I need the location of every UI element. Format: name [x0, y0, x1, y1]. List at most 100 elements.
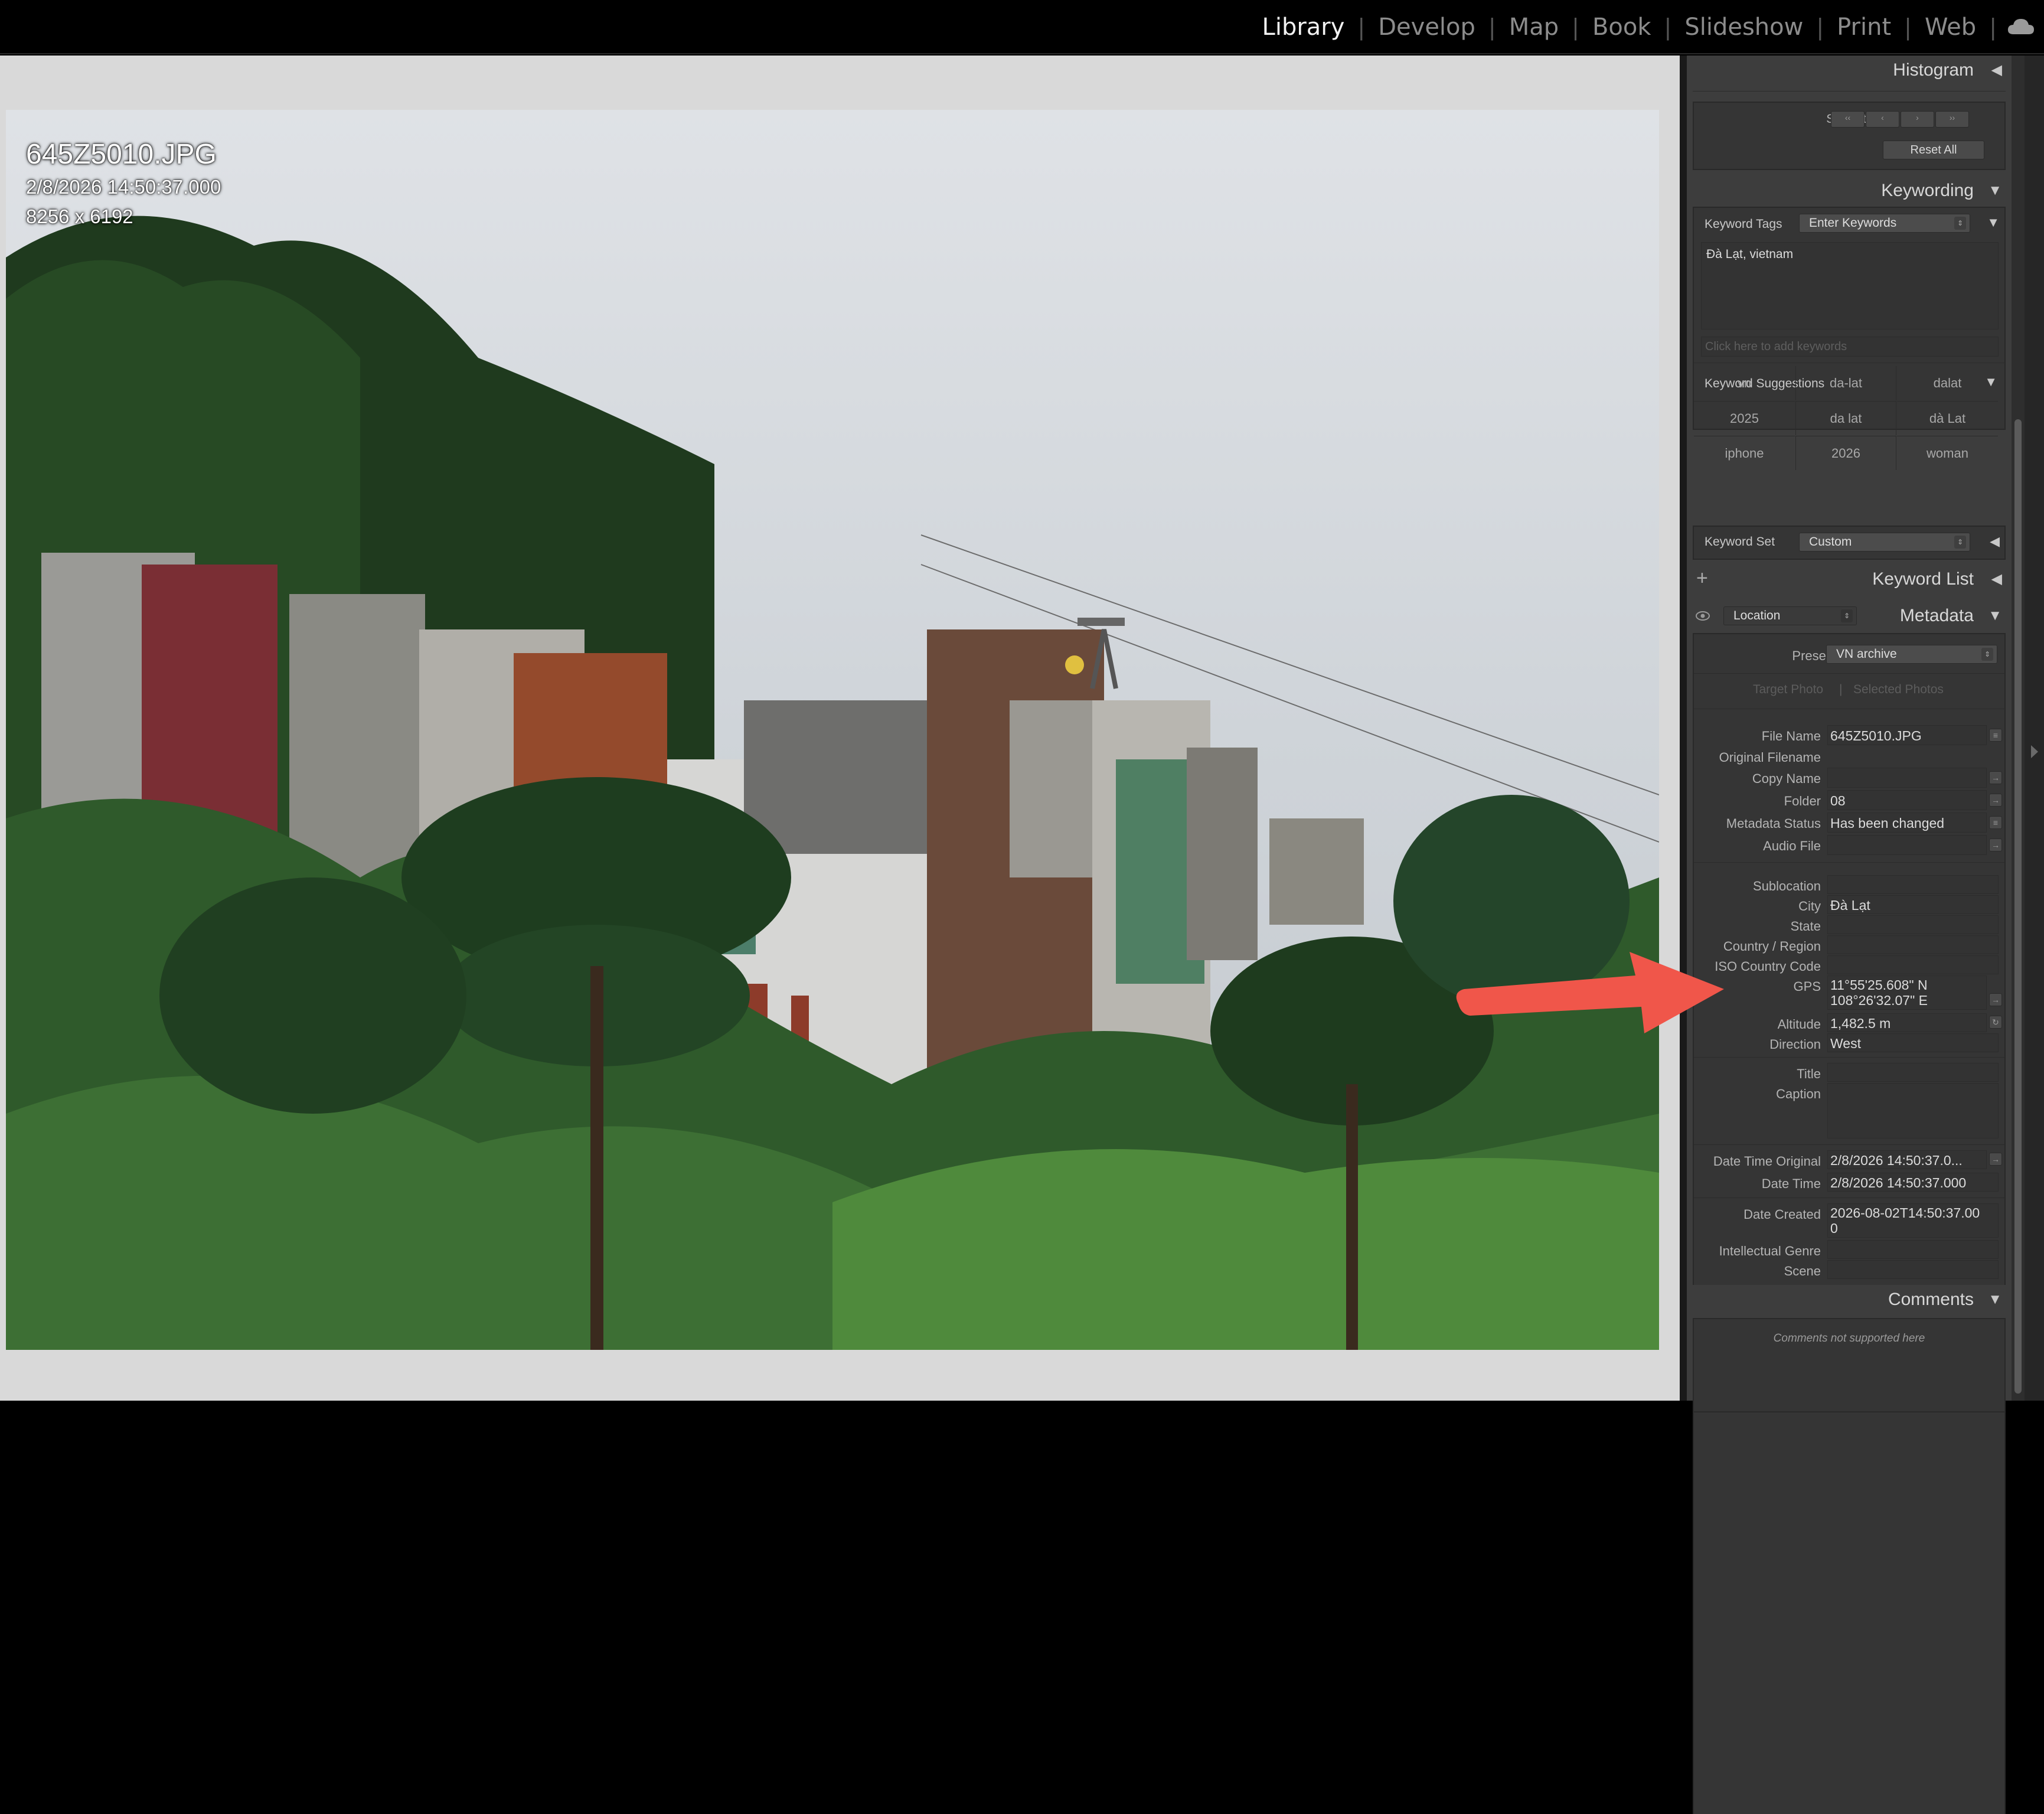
module-map[interactable]: Map	[1496, 14, 1572, 41]
suggestion-item[interactable]: 2025	[1694, 401, 1795, 435]
metadata-status-field[interactable]: Has been changed	[1827, 813, 1987, 833]
country-region-field[interactable]	[1827, 935, 1999, 954]
audio-file-action-icon[interactable]: →	[1989, 839, 2002, 851]
file-name-field[interactable]: 645Z5010.JPG	[1827, 725, 1987, 745]
cloud-icon[interactable]	[2006, 15, 2036, 39]
altitude-action-icon[interactable]: ↻	[1989, 1016, 2002, 1029]
collapse-down-icon: ▼	[1988, 608, 2002, 624]
collapse-down-icon: ▼	[1988, 182, 2002, 198]
keyword-set-box: Keyword Set Custom ⇕ ◀	[1693, 526, 2006, 560]
panel-scrollbar-thumb[interactable]	[2014, 419, 2022, 1394]
preset-dropdown[interactable]: VN archive ⇕	[1826, 645, 1997, 664]
saturation-increase-large[interactable]: ››	[1935, 111, 1969, 128]
date-time-field[interactable]: 2/8/2026 14:50:37.000	[1827, 1173, 1999, 1192]
updown-icon: ⇕	[1981, 648, 1993, 661]
module-library[interactable]: Library	[1249, 14, 1358, 41]
updown-icon: ⇕	[1954, 536, 1966, 549]
copy-name-action-icon[interactable]: →	[1989, 771, 2002, 784]
updown-icon: ⇕	[1841, 609, 1853, 622]
copy-name-field[interactable]	[1827, 768, 1987, 788]
city-field[interactable]: Đà Lạt	[1827, 895, 1999, 914]
comments-header[interactable]: Comments ▼	[1687, 1285, 2012, 1314]
folder-action-icon[interactable]: →	[1989, 794, 2002, 807]
loupe-viewer: 645Z5010.JPG 2/8/2026 14:50:37.000 8256 …	[0, 56, 1680, 1401]
saturation-decrease-large[interactable]: ‹‹	[1831, 111, 1865, 128]
comments-note: Comments not supported here	[1773, 1332, 1925, 1345]
preset-label: Preset	[1792, 648, 1830, 663]
sublocation-label: Sublocation	[1753, 879, 1821, 893]
updown-icon: ⇕	[1954, 217, 1966, 230]
quick-develop-box: Saturation ‹‹ ‹ › ›› Reset All	[1693, 102, 2006, 170]
folder-field[interactable]: 08	[1827, 790, 1987, 810]
eye-icon[interactable]	[1695, 611, 1710, 621]
scene-field[interactable]	[1827, 1260, 1999, 1279]
panel-divider[interactable]	[1680, 56, 1687, 1401]
keyword-tags-label: Keyword Tags	[1705, 217, 1782, 231]
right-panel-edge[interactable]	[2025, 56, 2044, 1401]
saturation-steppers: ‹‹ ‹ › ››	[1831, 111, 1970, 128]
module-book[interactable]: Book	[1579, 14, 1664, 41]
sublocation-field[interactable]	[1827, 875, 1999, 894]
metadata-view-dropdown[interactable]: Location ⇕	[1723, 606, 1857, 625]
city-label: City	[1798, 899, 1821, 913]
suggestion-item[interactable]: iphone	[1694, 436, 1795, 470]
caption-label: Caption	[1776, 1087, 1821, 1101]
date-time-label: Date Time	[1761, 1176, 1821, 1191]
metadata-header[interactable]: Metadata ▼ Location ⇕	[1687, 601, 2012, 631]
module-slideshow[interactable]: Slideshow	[1671, 14, 1816, 41]
photo-info-overlay: 645Z5010.JPG 2/8/2026 14:50:37.000 8256 …	[26, 137, 221, 231]
histogram-header[interactable]: Histogram ◀	[1687, 56, 2012, 85]
selected-photos-toggle[interactable]: Selected Photos	[1853, 683, 1944, 697]
suggestion-item[interactable]: dalat	[1897, 366, 1998, 400]
collapse-left-icon: ◀	[1991, 62, 2002, 78]
gps-latitude: 11°55'25.608" N	[1830, 977, 1928, 993]
add-keywords-input[interactable]: Click here to add keywords	[1701, 337, 1999, 357]
overlay-dimensions: 8256 x 6192	[26, 205, 133, 227]
direction-field[interactable]: West	[1827, 1033, 1999, 1052]
date-created-field[interactable]: 2026-08-02T14:50:37.00 0	[1827, 1203, 1999, 1238]
suggestion-item[interactable]: vn	[1694, 366, 1795, 400]
keyword-set-dropdown[interactable]: Custom ⇕	[1799, 533, 1970, 552]
file-name-action-icon[interactable]: ≡	[1989, 729, 2002, 742]
keywording-header[interactable]: Keywording ▼	[1687, 176, 2012, 205]
suggestion-item[interactable]: da-lat	[1795, 366, 1896, 400]
title-field[interactable]	[1827, 1063, 1999, 1082]
keyword-tags-dropdown[interactable]: Enter Keywords ⇕	[1799, 214, 1970, 233]
caption-field[interactable]	[1827, 1083, 1999, 1138]
file-name-label: File Name	[1761, 729, 1821, 743]
module-print[interactable]: Print	[1824, 14, 1904, 41]
saturation-increase[interactable]: ›	[1901, 111, 1934, 128]
add-keyword-icon[interactable]: +	[1696, 563, 1708, 593]
altitude-field[interactable]: 1,482.5 m	[1827, 1013, 1987, 1032]
state-field[interactable]	[1827, 915, 1999, 934]
gps-field[interactable]: 11°55'25.608" N 108°26'32.07" E	[1827, 975, 1987, 1010]
intellectual-genre-field[interactable]	[1827, 1240, 1999, 1259]
module-develop[interactable]: Develop	[1365, 14, 1488, 41]
gps-action-icon[interactable]: →	[1989, 993, 2002, 1006]
audio-file-field[interactable]	[1827, 835, 1987, 855]
suggestion-item[interactable]: da lat	[1795, 401, 1896, 435]
photo-preview[interactable]	[6, 110, 1659, 1350]
comments-box: Comments not supported here	[1693, 1318, 2006, 1412]
title-label: Title	[1797, 1066, 1821, 1081]
module-web[interactable]: Web	[1912, 14, 1989, 41]
iso-country-code-field[interactable]	[1827, 955, 1999, 974]
module-picker: Library | Develop | Map | Book | Slideshow | …	[1249, 11, 1997, 44]
suggestion-item[interactable]: 2026	[1795, 436, 1896, 470]
suggestion-item[interactable]: dà Lat	[1897, 401, 1998, 435]
keywords-textarea[interactable]: Đà Lạt, vietnam	[1701, 242, 1999, 329]
right-panel-toggle-icon[interactable]	[2031, 745, 2038, 758]
keyword-list-header[interactable]: Keyword List ◀ +	[1687, 565, 2012, 594]
overlay-datetime: 2/8/2026 14:50:37.000	[26, 176, 221, 198]
gps-longitude: 108°26'32.07" E	[1830, 993, 1928, 1008]
overlay-filename: 645Z5010.JPG	[26, 139, 217, 170]
target-photo-toggle[interactable]: Target Photo	[1753, 683, 1823, 697]
metadata-status-action-icon[interactable]: ≡	[1989, 816, 2002, 829]
date-time-original-action-icon[interactable]: →	[1989, 1153, 2002, 1166]
keyword-set-arrow-icon[interactable]: ◀	[1990, 534, 2000, 549]
date-time-original-field[interactable]: 2/8/2026 14:50:37.0...	[1827, 1150, 1987, 1169]
keyword-tags-menu-icon[interactable]: ▼	[1987, 215, 2000, 230]
saturation-decrease[interactable]: ‹	[1866, 111, 1899, 128]
suggestion-item[interactable]: woman	[1897, 436, 1998, 470]
reset-all-button[interactable]: Reset All	[1883, 141, 1984, 159]
